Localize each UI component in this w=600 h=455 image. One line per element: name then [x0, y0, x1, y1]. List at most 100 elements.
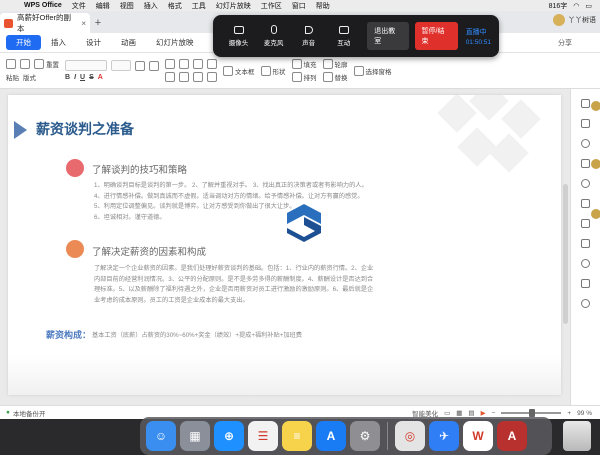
- menu-help[interactable]: 帮助: [316, 1, 330, 11]
- pause-end-button[interactable]: 暂停/结束: [414, 22, 458, 50]
- menu-view[interactable]: 视图: [120, 1, 134, 11]
- salary-structure-label[interactable]: 薪资构成：: [46, 328, 91, 341]
- properties-icon[interactable]: [581, 99, 590, 108]
- slide-canvas[interactable]: 薪资谈判之准备 了解谈判的技巧和策略 1、明确谈判目标是谈判的第一步。 2、了解…: [0, 89, 570, 405]
- play-icon[interactable]: ▶: [481, 409, 486, 417]
- zoom-slider[interactable]: [501, 409, 562, 417]
- layout-button[interactable]: 版式: [23, 72, 36, 82]
- share-button[interactable]: 分享: [558, 38, 572, 48]
- camera-button[interactable]: 摄像头: [221, 25, 256, 47]
- participant-avatar[interactable]: [590, 100, 600, 112]
- slide-title[interactable]: 薪资谈判之准备: [36, 119, 134, 139]
- new-tab-button[interactable]: +: [90, 13, 106, 33]
- close-tab-icon[interactable]: ×: [81, 19, 86, 28]
- tab-home[interactable]: 开始: [6, 35, 41, 50]
- vertical-scrollbar[interactable]: [563, 184, 568, 324]
- section2-body[interactable]: 了解决定一个企业薪资的因素。是我们处理好薪资谈判的基础。包括：1、行业内的薪资行…: [94, 264, 373, 306]
- wifi-icon[interactable]: ◠: [573, 2, 579, 10]
- align-left-icon[interactable]: [165, 72, 175, 82]
- resources-icon[interactable]: [581, 199, 590, 208]
- strikethrough-button[interactable]: S: [89, 74, 94, 81]
- tab-design[interactable]: 设计: [76, 35, 111, 50]
- sorter-view-icon[interactable]: ▦: [456, 409, 462, 417]
- launchpad-icon[interactable]: ▦: [180, 421, 210, 451]
- tab-insert[interactable]: 插入: [41, 35, 76, 50]
- history-icon[interactable]: [581, 259, 590, 268]
- app-name[interactable]: WPS Office: [24, 2, 62, 9]
- section1-heading[interactable]: 了解谈判的技巧和策略: [92, 162, 187, 176]
- paste-button[interactable]: 粘贴: [6, 72, 19, 82]
- menu-tools[interactable]: 工具: [192, 1, 206, 11]
- font-color-button[interactable]: A: [98, 74, 103, 81]
- select-pane-button[interactable]: 选择窗格: [353, 65, 392, 76]
- reading-view-icon[interactable]: ▤: [468, 409, 474, 417]
- help-icon[interactable]: [581, 299, 590, 308]
- style-icon[interactable]: [581, 159, 590, 168]
- shrink-font-icon[interactable]: [149, 60, 159, 71]
- participant-avatar[interactable]: [590, 208, 600, 220]
- autocad-icon[interactable]: A: [497, 421, 527, 451]
- tab-slideshow[interactable]: 幻灯片放映: [146, 35, 204, 50]
- user-account[interactable]: 丫丫树语: [553, 14, 596, 26]
- italic-button[interactable]: I: [74, 74, 76, 81]
- reminders-icon[interactable]: ☰: [248, 421, 278, 451]
- system-settings-icon[interactable]: ⚙: [350, 421, 380, 451]
- zoom-in-icon[interactable]: +: [567, 410, 571, 417]
- speaker-button[interactable]: 声音: [291, 25, 326, 47]
- settings-icon[interactable]: [581, 239, 590, 248]
- replace-button[interactable]: 替换: [322, 72, 348, 82]
- grow-font-icon[interactable]: [135, 60, 145, 71]
- menu-insert[interactable]: 插入: [144, 1, 158, 11]
- document-tab[interactable]: 高薪好Offer的副本 ×: [0, 13, 90, 33]
- animation-icon[interactable]: [581, 139, 590, 148]
- exit-classroom-button[interactable]: 退出教室: [367, 22, 409, 50]
- section1-body[interactable]: 1、明确谈判目标是谈判的第一步。 2、了解并重视对手。 3、找出真正的决策者或者…: [94, 181, 368, 223]
- menu-edit[interactable]: 编辑: [96, 1, 110, 11]
- menu-file[interactable]: 文件: [72, 1, 86, 11]
- menu-slideshow[interactable]: 幻灯片放映: [216, 1, 251, 11]
- section2-heading[interactable]: 了解决定薪资的因素和构成: [92, 244, 206, 258]
- font-size-select[interactable]: [111, 60, 131, 71]
- share-icon[interactable]: [581, 279, 590, 288]
- participant-avatar[interactable]: [590, 158, 600, 170]
- dingtalk-icon[interactable]: ✈: [429, 421, 459, 451]
- slide[interactable]: 薪资谈判之准备 了解谈判的技巧和策略 1、明确谈判目标是谈判的第一步。 2、了解…: [8, 95, 561, 395]
- underline-button[interactable]: U: [80, 74, 85, 81]
- wps-icon[interactable]: W: [463, 421, 493, 451]
- interact-button[interactable]: 互动: [326, 25, 361, 47]
- zoom-out-icon[interactable]: −: [492, 410, 496, 417]
- transition-icon[interactable]: [581, 179, 590, 188]
- bold-button[interactable]: B: [65, 74, 70, 81]
- justify-icon[interactable]: [207, 72, 217, 82]
- safari-icon[interactable]: ⊕: [214, 421, 244, 451]
- paste-icon[interactable]: [6, 59, 16, 69]
- finder-icon[interactable]: ☺: [146, 421, 176, 451]
- comment-icon[interactable]: [581, 219, 590, 228]
- font-family-select[interactable]: [65, 60, 107, 71]
- bullets-icon[interactable]: [165, 59, 175, 69]
- align-center-icon[interactable]: [179, 72, 189, 82]
- menu-workspace[interactable]: 工作区: [261, 1, 282, 11]
- textbox-button[interactable]: 文本框: [223, 65, 255, 76]
- notes-icon[interactable]: ≡: [282, 421, 312, 451]
- mic-button[interactable]: 麦克风: [256, 25, 291, 47]
- indent-icon[interactable]: [193, 59, 203, 69]
- menu-window[interactable]: 窗口: [292, 1, 306, 11]
- cut-icon[interactable]: [20, 59, 30, 69]
- outline-button[interactable]: 轮廓: [322, 59, 348, 69]
- chrome-icon[interactable]: ◎: [395, 421, 425, 451]
- reset-button[interactable]: 重置: [34, 59, 59, 69]
- numbering-icon[interactable]: [179, 59, 189, 69]
- salary-structure-text[interactable]: 基本工资（底薪）占薪资的30%~60%+奖金（绩效）+提成+福利补贴+加班费: [92, 330, 302, 339]
- trash-icon[interactable]: [563, 421, 591, 451]
- outdent-icon[interactable]: [207, 59, 217, 69]
- fill-button[interactable]: 填充: [291, 59, 317, 69]
- app-store-icon[interactable]: A: [316, 421, 346, 451]
- design-icon[interactable]: [581, 119, 590, 128]
- normal-view-icon[interactable]: ▭: [444, 409, 450, 417]
- zoom-level[interactable]: 99 %: [577, 410, 592, 417]
- battery-icon[interactable]: ▭: [585, 2, 592, 10]
- shape-button[interactable]: 形状: [260, 65, 286, 76]
- arrange-button[interactable]: 排列: [291, 72, 317, 82]
- menu-format[interactable]: 格式: [168, 1, 182, 11]
